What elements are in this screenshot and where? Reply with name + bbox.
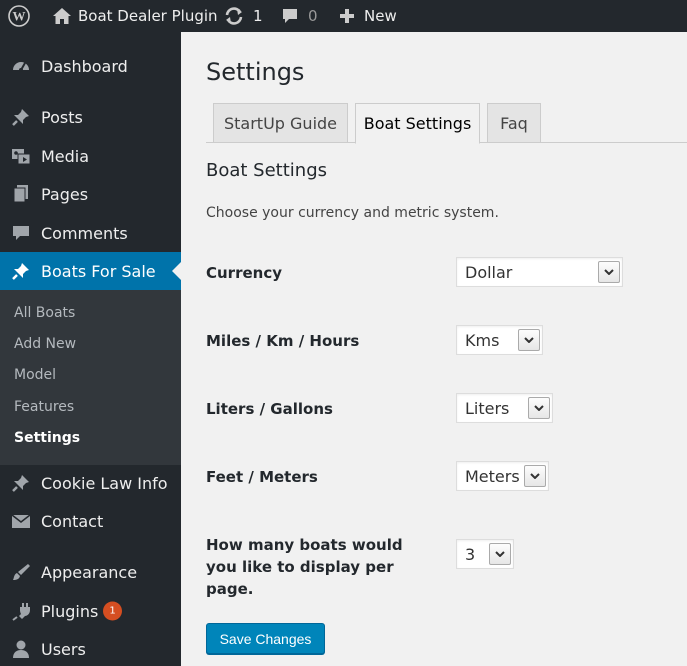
envelope-icon (10, 510, 32, 532)
sidebar-item-media[interactable]: Media (0, 137, 181, 175)
length-unit-value: Meters (465, 466, 520, 486)
chevron-down-icon (518, 329, 540, 351)
page-title: Settings (206, 58, 305, 86)
volume-unit-select[interactable]: Liters (456, 393, 553, 423)
new-link[interactable]: New (364, 0, 397, 32)
sidebar-item-contact[interactable]: Contact (0, 502, 181, 540)
sidebar-item-label: Media (41, 146, 90, 166)
section-description: Choose your currency and metric system. (206, 205, 499, 221)
updates-count[interactable]: 1 (253, 0, 263, 32)
sidebar-item-boats-for-sale[interactable]: Boats For Sale (0, 252, 181, 290)
chevron-down-icon (528, 397, 550, 419)
sidebar-item-label: Cookie Law Info (41, 473, 168, 493)
site-name-link[interactable]: Boat Dealer Plugin (78, 0, 218, 32)
pin-icon (10, 260, 32, 282)
pin-icon (10, 106, 32, 128)
chevron-down-icon (489, 543, 511, 565)
sidebar-item-posts[interactable]: Posts (0, 98, 181, 136)
brush-icon (10, 561, 32, 583)
media-icon (10, 145, 32, 167)
submenu-item-features[interactable]: Features (14, 399, 74, 415)
sidebar-item-plugins[interactable]: Plugins 1 (0, 592, 181, 630)
sidebar-item-label: Comments (41, 223, 128, 243)
save-changes-button[interactable]: Save Changes (206, 623, 325, 654)
tab-label: Faq (500, 113, 528, 133)
per-page-value: 3 (465, 544, 476, 564)
comments-icon[interactable] (281, 0, 299, 32)
submenu-item-settings[interactable]: Settings (14, 430, 80, 446)
admin-bar: W Boat Dealer Plugin 1 0 New (0, 0, 687, 32)
submenu-item-model[interactable]: Model (14, 367, 56, 383)
section-title: Boat Settings (206, 160, 327, 181)
sidebar-item-label: Contact (41, 511, 104, 531)
plug-icon (10, 600, 32, 622)
currency-value: Dollar (465, 262, 513, 282)
volume-label: Liters / Gallons (206, 400, 333, 418)
distance-label: Miles / Km / Hours (206, 332, 360, 350)
comments-count[interactable]: 0 (308, 0, 318, 32)
sidebar-item-dashboard[interactable]: Dashboard (0, 47, 181, 85)
comment-icon (10, 222, 32, 244)
per-page-select[interactable]: 3 (456, 539, 514, 569)
admin-sidebar: Dashboard Posts Media Pages Comments Boa… (0, 32, 181, 666)
sidebar-item-label: Appearance (41, 562, 138, 582)
wordpress-logo-icon[interactable]: W (8, 0, 30, 32)
sidebar-item-label: Pages (41, 184, 89, 204)
sidebar-item-comments[interactable]: Comments (0, 214, 181, 252)
user-icon (10, 638, 32, 660)
tab-boat-settings[interactable]: Boat Settings (355, 103, 480, 144)
chevron-down-icon (524, 465, 546, 487)
main-content: Settings StartUp Guide Boat Settings Faq… (181, 32, 687, 666)
sidebar-item-appearance[interactable]: Appearance (0, 553, 181, 591)
tab-label: Boat Settings (363, 114, 472, 133)
updates-icon[interactable] (224, 0, 244, 32)
tab-startup-guide[interactable]: StartUp Guide (213, 103, 348, 143)
current-menu-arrow (172, 262, 181, 280)
boats-submenu: All Boats Add New Model Features Setting… (0, 290, 181, 465)
sidebar-item-label: Plugins (41, 601, 99, 621)
pin-icon (10, 472, 32, 494)
sidebar-item-pages[interactable]: Pages (0, 175, 181, 213)
per-page-label: How many boats would you like to display… (206, 536, 403, 598)
sidebar-item-label: Boats For Sale (41, 261, 156, 281)
length-label: Feet / Meters (206, 468, 318, 486)
pages-icon (10, 183, 32, 205)
tab-label: StartUp Guide (223, 113, 338, 133)
sidebar-item-label: Posts (41, 107, 83, 127)
tab-faq[interactable]: Faq (487, 103, 541, 143)
distance-unit-value: Kms (465, 330, 500, 350)
currency-select[interactable]: Dollar (456, 257, 623, 287)
sidebar-item-users[interactable]: Users (0, 630, 181, 666)
plugins-update-badge: 1 (103, 601, 122, 621)
sidebar-item-label: Users (41, 639, 86, 659)
distance-unit-select[interactable]: Kms (456, 325, 543, 355)
sidebar-item-cookie-law-info[interactable]: Cookie Law Info (0, 464, 181, 502)
svg-text:W: W (13, 9, 26, 24)
dashboard-icon (10, 55, 32, 77)
sidebar-item-label: Dashboard (41, 56, 128, 76)
submenu-item-add-new[interactable]: Add New (14, 336, 76, 352)
plus-icon[interactable] (339, 0, 355, 32)
home-icon[interactable] (52, 0, 72, 32)
volume-unit-value: Liters (465, 398, 510, 418)
currency-label: Currency (206, 264, 283, 282)
length-unit-select[interactable]: Meters (456, 461, 549, 491)
submenu-item-all-boats[interactable]: All Boats (14, 305, 75, 321)
chevron-down-icon (598, 261, 620, 283)
